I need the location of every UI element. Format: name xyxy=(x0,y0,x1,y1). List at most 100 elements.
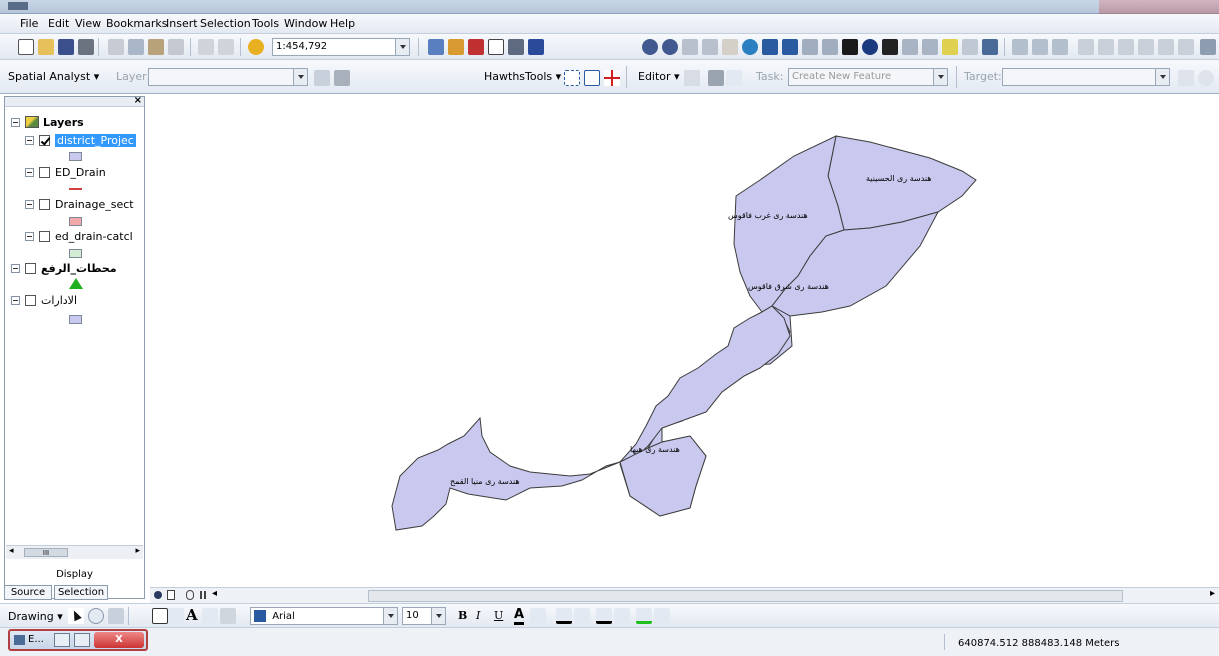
map-canvas[interactable]: هندسة رى الحسينية هندسة رى غرب فاقوس هند… xyxy=(150,96,1219,591)
drawing-menu[interactable]: Drawing ▾ xyxy=(8,610,63,623)
layer-name[interactable]: محطات_الرفع xyxy=(41,262,117,275)
select-rectangle-icon[interactable] xyxy=(564,70,580,86)
layer-symbol-swatch[interactable] xyxy=(69,315,82,324)
menu-help[interactable]: Help xyxy=(330,17,355,30)
menu-bookmarks[interactable]: Bookmarks xyxy=(106,17,167,30)
spatial-analyst-menu[interactable]: Spatial Analyst ▾ xyxy=(8,70,99,83)
collapse-icon[interactable] xyxy=(11,264,20,273)
layer-name[interactable]: ED_Drain xyxy=(55,166,106,179)
measure-icon[interactable] xyxy=(922,39,938,55)
focus-data-frame-icon[interactable] xyxy=(1158,39,1174,55)
chevron-left-icon[interactable]: ◂ xyxy=(212,588,217,599)
layer-symbol-line[interactable] xyxy=(69,188,82,190)
layer-symbol-swatch[interactable] xyxy=(69,152,82,161)
fill-color-icon[interactable] xyxy=(556,608,572,624)
chevron-down-icon[interactable] xyxy=(202,608,218,624)
layer-visibility-checkbox[interactable] xyxy=(25,295,36,306)
layer-visibility-checkbox[interactable] xyxy=(39,199,50,210)
layer-combo[interactable] xyxy=(148,68,308,86)
chevron-down-icon[interactable] xyxy=(530,608,546,624)
delete-icon[interactable] xyxy=(168,39,184,55)
menu-insert[interactable]: Insert xyxy=(166,17,198,30)
layer-visibility-checkbox[interactable] xyxy=(25,263,36,274)
chevron-right-icon[interactable]: ▸ xyxy=(135,546,140,556)
forward-extent-icon[interactable] xyxy=(782,39,798,55)
pause-icon[interactable] xyxy=(204,591,206,599)
font-combo[interactable]: Arial xyxy=(250,607,398,625)
model-builder-icon[interactable] xyxy=(508,39,524,55)
rotate-icon[interactable] xyxy=(88,608,104,624)
zoom-whole-page-icon[interactable] xyxy=(1078,39,1094,55)
contour-icon[interactable] xyxy=(334,70,350,86)
editor-menu[interactable]: Editor ▾ xyxy=(638,70,680,83)
map-horizontal-scrollbar[interactable] xyxy=(368,590,1123,602)
close-icon[interactable]: × xyxy=(134,95,142,106)
copy-icon[interactable] xyxy=(128,39,144,55)
chevron-down-icon[interactable] xyxy=(574,608,590,624)
collapse-icon[interactable] xyxy=(11,118,20,127)
sketch-tool-icon[interactable] xyxy=(708,70,724,86)
layer-visibility-checkbox[interactable] xyxy=(39,135,50,146)
menu-view[interactable]: View xyxy=(75,17,101,30)
select-features-icon[interactable] xyxy=(802,39,818,55)
cut-icon[interactable] xyxy=(108,39,124,55)
layer-visibility-checkbox[interactable] xyxy=(39,167,50,178)
layout-zoom-out-icon[interactable] xyxy=(1032,39,1048,55)
chevron-down-icon[interactable] xyxy=(654,608,670,624)
toc-root[interactable]: Layers xyxy=(5,115,144,131)
editor-toolbar-icon[interactable] xyxy=(428,39,444,55)
collapse-icon[interactable] xyxy=(25,232,34,241)
fixed-zoom-out-icon[interactable] xyxy=(702,39,718,55)
change-layout-icon[interactable] xyxy=(1178,39,1194,55)
menu-file[interactable]: File xyxy=(20,17,38,30)
layer-name[interactable]: Drainage_sect xyxy=(55,198,134,211)
layout-forward-icon[interactable] xyxy=(1138,39,1154,55)
save-icon[interactable] xyxy=(58,39,74,55)
menu-window[interactable]: Window xyxy=(284,17,327,30)
task-combo[interactable]: Create New Feature xyxy=(788,68,948,86)
chevron-down-icon[interactable] xyxy=(431,608,445,624)
command-line-icon[interactable] xyxy=(488,39,504,55)
draft-mode-icon[interactable] xyxy=(1200,39,1216,55)
zoom-to-selected-icon[interactable] xyxy=(108,608,124,624)
back-extent-icon[interactable] xyxy=(762,39,778,55)
chevron-down-icon[interactable] xyxy=(383,608,397,624)
chevron-down-icon[interactable] xyxy=(726,70,742,86)
full-extent-icon[interactable] xyxy=(742,39,758,55)
layout-view-icon[interactable] xyxy=(167,590,175,600)
triangle-icon[interactable] xyxy=(69,278,83,289)
split-tool-icon[interactable] xyxy=(1178,70,1194,86)
line-color-icon[interactable] xyxy=(596,608,612,624)
font-color-button[interactable]: A xyxy=(514,607,525,625)
font-size-combo[interactable]: 10 xyxy=(402,607,446,625)
data-view-icon[interactable] xyxy=(154,591,162,599)
taskbar-window-button[interactable]: E... X xyxy=(8,629,148,651)
rectangle-icon[interactable] xyxy=(152,608,168,624)
edit-tool-icon[interactable] xyxy=(684,70,700,86)
collapse-icon[interactable] xyxy=(25,200,34,209)
layer-name[interactable]: district_Projec xyxy=(55,134,136,147)
fixed-zoom-in-icon[interactable] xyxy=(682,39,698,55)
layer-row-ed-drain-catch[interactable]: ed_drain-catcl xyxy=(5,229,144,245)
layer-row-departments[interactable]: الادارات xyxy=(5,293,144,309)
find-icon[interactable] xyxy=(882,39,898,55)
hawths-tools-menu[interactable]: HawthsTools ▾ xyxy=(484,70,561,83)
go-to-xy-icon[interactable] xyxy=(902,39,918,55)
target-combo[interactable] xyxy=(1002,68,1170,86)
tab-source[interactable]: Source xyxy=(4,585,52,600)
redo-icon[interactable] xyxy=(218,39,234,55)
toc-horizontal-scrollbar[interactable]: ◂ III ▸ xyxy=(6,545,143,559)
layer-name[interactable]: الادارات xyxy=(41,294,77,307)
collapse-icon[interactable] xyxy=(25,168,34,177)
layer-row-drainage-sect[interactable]: Drainage_sect xyxy=(5,197,144,213)
italic-button[interactable]: I xyxy=(476,609,480,622)
print-icon[interactable] xyxy=(78,39,94,55)
select-arrow-icon[interactable] xyxy=(68,608,84,624)
window-controls[interactable] xyxy=(1099,0,1219,14)
layer-name[interactable]: ed_drain-catcl xyxy=(55,230,133,243)
chevron-left-icon[interactable]: ◂ xyxy=(9,546,14,556)
chevron-right-icon[interactable]: ▸ xyxy=(1210,588,1215,599)
layer-symbol-swatch[interactable] xyxy=(69,217,82,226)
rotate-tool-icon[interactable] xyxy=(1198,70,1214,86)
add-data-icon[interactable] xyxy=(248,39,264,55)
